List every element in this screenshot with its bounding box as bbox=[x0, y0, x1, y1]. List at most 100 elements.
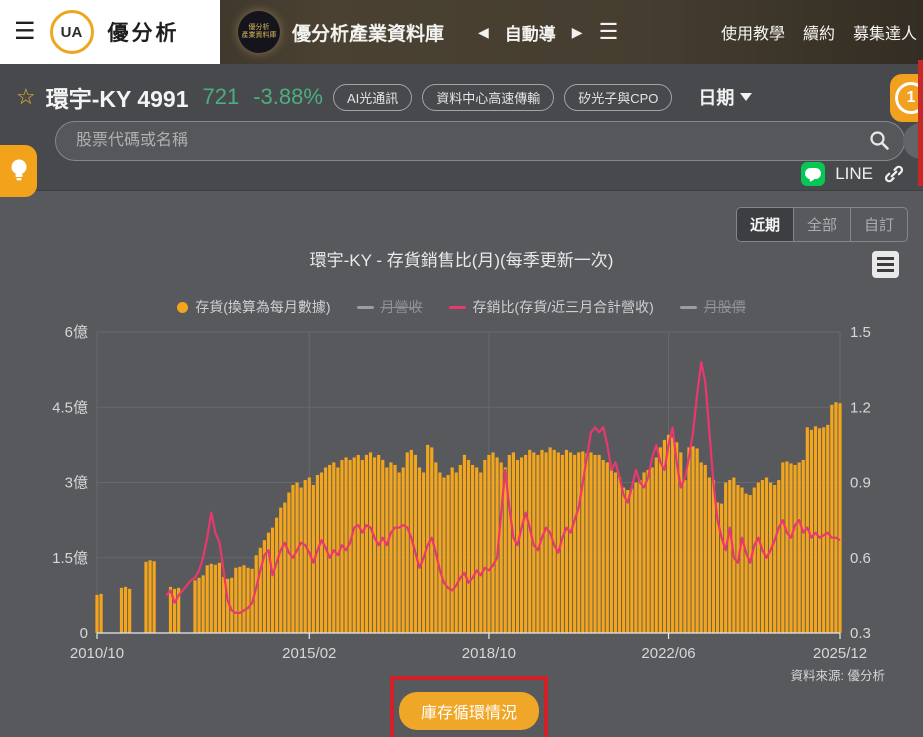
inventory-bar bbox=[173, 589, 176, 633]
favorite-star-icon[interactable]: ☆ bbox=[16, 84, 36, 110]
inventory-bar bbox=[671, 437, 674, 633]
axis-label: 0 bbox=[80, 625, 88, 642]
inventory-bar bbox=[275, 518, 278, 633]
range-all-button[interactable]: 全部 bbox=[794, 208, 851, 241]
legend-monthly-revenue[interactable]: 月營收 bbox=[357, 297, 423, 317]
link-tutorial[interactable]: 使用教學 bbox=[721, 20, 785, 44]
range-custom-button[interactable]: 自訂 bbox=[851, 208, 907, 241]
chevron-down-icon bbox=[740, 93, 752, 101]
link-renew[interactable]: 續約 bbox=[803, 20, 835, 44]
inventory-bar bbox=[553, 450, 556, 633]
inventory-bar bbox=[218, 563, 221, 633]
inventory-bar bbox=[634, 483, 637, 634]
right-edge-red-strip bbox=[918, 60, 923, 186]
inventory-bar bbox=[818, 428, 821, 633]
inventory-bar bbox=[581, 451, 584, 633]
inventory-bar bbox=[120, 588, 123, 633]
inventory-bar bbox=[434, 462, 437, 633]
axis-label: 1.5億 bbox=[52, 550, 88, 567]
stock-change: -3.88% bbox=[253, 84, 323, 110]
legend-revenue-label: 月營收 bbox=[381, 297, 423, 317]
brand-logo-icon[interactable]: UA bbox=[50, 10, 94, 54]
stock-info-row: ☆ 環宇-KY 4991 721 -3.88% AI光通訊 資料中心高速傳輸 矽… bbox=[16, 80, 752, 114]
inventory-bar bbox=[630, 489, 633, 633]
search-input[interactable] bbox=[55, 121, 905, 161]
line-app-icon[interactable] bbox=[801, 162, 825, 186]
inventory-bar bbox=[728, 480, 731, 633]
inventory-bar bbox=[373, 457, 376, 633]
line-share-label[interactable]: LINE bbox=[835, 164, 873, 184]
inventory-bar bbox=[255, 555, 258, 633]
link-recruit[interactable]: 募集達人 bbox=[853, 20, 917, 44]
inventory-bar bbox=[830, 405, 833, 633]
legend-price-marker bbox=[680, 306, 697, 309]
inventory-bar bbox=[471, 465, 474, 633]
inventory-bar bbox=[655, 457, 658, 633]
tips-lightbulb-tab[interactable] bbox=[0, 145, 37, 197]
brand-name[interactable]: 優分析 bbox=[108, 17, 180, 47]
inventory-bar bbox=[459, 465, 462, 633]
legend-monthly-price[interactable]: 月股價 bbox=[680, 297, 746, 317]
inventory-bar bbox=[426, 445, 429, 633]
inventory-cycle-button[interactable]: 庫存循環情況 bbox=[399, 692, 539, 730]
inventory-bar bbox=[528, 450, 531, 633]
inventory-bar bbox=[397, 472, 400, 633]
inventory-bar bbox=[406, 452, 409, 633]
inventory-bar bbox=[438, 472, 441, 633]
badge-line1: 優分析 bbox=[249, 24, 270, 32]
inventory-bar bbox=[736, 485, 739, 633]
inventory-bar bbox=[234, 568, 237, 633]
inventory-bar bbox=[687, 447, 690, 633]
inventory-bar bbox=[197, 578, 200, 633]
inventory-bar bbox=[606, 462, 609, 633]
inventory-bar bbox=[385, 467, 388, 633]
stock-code: 4991 bbox=[137, 86, 188, 112]
inventory-bar bbox=[491, 452, 494, 633]
inventory-bar bbox=[753, 488, 756, 633]
ratio-line bbox=[166, 362, 840, 613]
inventory-bar bbox=[757, 483, 760, 634]
tag-datacenter[interactable]: 資料中心高速傳輸 bbox=[422, 84, 554, 111]
inventory-bar bbox=[516, 460, 519, 633]
inventory-bar bbox=[716, 503, 719, 633]
inventory-bar bbox=[598, 455, 601, 633]
copy-link-icon[interactable] bbox=[883, 163, 905, 185]
tag-silicon-photonics[interactable]: 矽光子與CPO bbox=[564, 84, 672, 111]
inventory-bar bbox=[300, 488, 303, 633]
inventory-bar bbox=[614, 472, 617, 633]
line-bubble-tail bbox=[808, 177, 815, 183]
search-icon[interactable] bbox=[869, 130, 889, 150]
inventory-bar bbox=[647, 470, 650, 633]
inventory-bar bbox=[524, 455, 527, 633]
stock-name-text: 環宇-KY bbox=[46, 86, 138, 112]
inventory-bar bbox=[242, 565, 245, 633]
legend-inventory-ratio[interactable]: 存銷比(存貨/近三月合計營收) bbox=[449, 297, 654, 317]
inventory-bar bbox=[626, 490, 629, 633]
auto-guide-label[interactable]: 自動導 bbox=[505, 20, 556, 45]
legend-inventory[interactable]: 存貨(換算為每月數據) bbox=[177, 297, 330, 317]
date-dropdown[interactable]: 日期 bbox=[698, 84, 752, 110]
inventory-bar bbox=[271, 528, 274, 633]
inventory-bar bbox=[806, 427, 809, 633]
inventory-bar bbox=[732, 477, 735, 633]
axis-label: 1.2 bbox=[850, 399, 871, 416]
inventory-bar bbox=[402, 467, 405, 633]
inventory-bar bbox=[369, 452, 372, 633]
inventory-bar bbox=[324, 467, 327, 633]
inventory-bar bbox=[708, 477, 711, 633]
prev-arrow-icon[interactable]: ◀ bbox=[478, 24, 489, 41]
inventory-bar bbox=[589, 452, 592, 633]
inventory-bar bbox=[561, 455, 564, 633]
menu-icon[interactable]: ☰ bbox=[14, 20, 36, 44]
range-recent-button[interactable]: 近期 bbox=[737, 208, 794, 241]
chart-export-menu-icon[interactable] bbox=[872, 251, 899, 278]
inventory-bar bbox=[822, 427, 825, 633]
axis-label: 0.9 bbox=[850, 475, 871, 492]
next-arrow-icon[interactable]: ▶ bbox=[572, 24, 583, 41]
inventory-bar bbox=[475, 467, 478, 633]
inventory-bar bbox=[483, 460, 486, 633]
inventory-bar bbox=[381, 460, 384, 633]
tag-ai-optical[interactable]: AI光通訊 bbox=[333, 84, 412, 111]
inventory-bar bbox=[226, 579, 229, 633]
guide-menu-icon[interactable]: ☰ bbox=[599, 19, 619, 45]
